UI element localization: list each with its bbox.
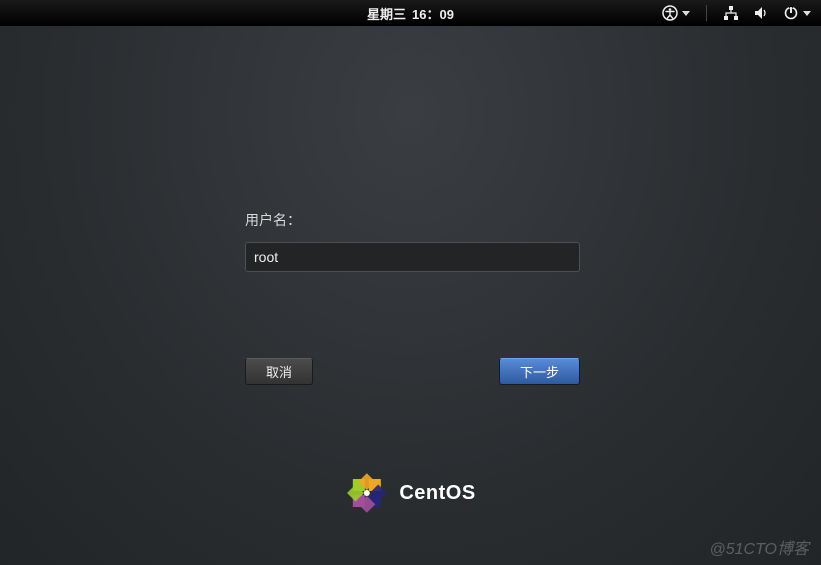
time: 16：09	[412, 4, 454, 23]
system-tray	[662, 5, 811, 21]
clock[interactable]: 星期三 16：09	[367, 4, 454, 23]
power-menu[interactable]	[783, 5, 811, 21]
separator	[706, 5, 707, 21]
login-screen: 星期三 16：09 用户名： 取消 下一步	[0, 0, 821, 565]
network-menu[interactable]	[723, 5, 739, 21]
accessibility-menu[interactable]	[662, 5, 690, 21]
brand-name: CentOS	[399, 482, 475, 505]
username-label: 用户名：	[245, 210, 580, 230]
top-panel: 星期三 16：09	[0, 0, 821, 26]
volume-icon	[753, 5, 769, 21]
volume-menu[interactable]	[753, 5, 769, 21]
accessibility-icon	[662, 5, 678, 21]
watermark-text: @51CTO博客	[709, 535, 809, 559]
chevron-down-icon	[682, 11, 690, 16]
network-icon	[723, 5, 739, 21]
brand-logo-area: CentOS	[345, 472, 475, 514]
username-input[interactable]	[245, 242, 580, 272]
centos-logo-icon	[345, 472, 387, 514]
day-of-week: 星期三	[367, 4, 406, 23]
button-row: 取消 下一步	[245, 358, 580, 385]
next-button[interactable]: 下一步	[499, 358, 580, 385]
cancel-button[interactable]: 取消	[245, 358, 313, 385]
power-icon	[783, 5, 799, 21]
login-form: 用户名：	[245, 210, 580, 272]
chevron-down-icon	[803, 11, 811, 16]
